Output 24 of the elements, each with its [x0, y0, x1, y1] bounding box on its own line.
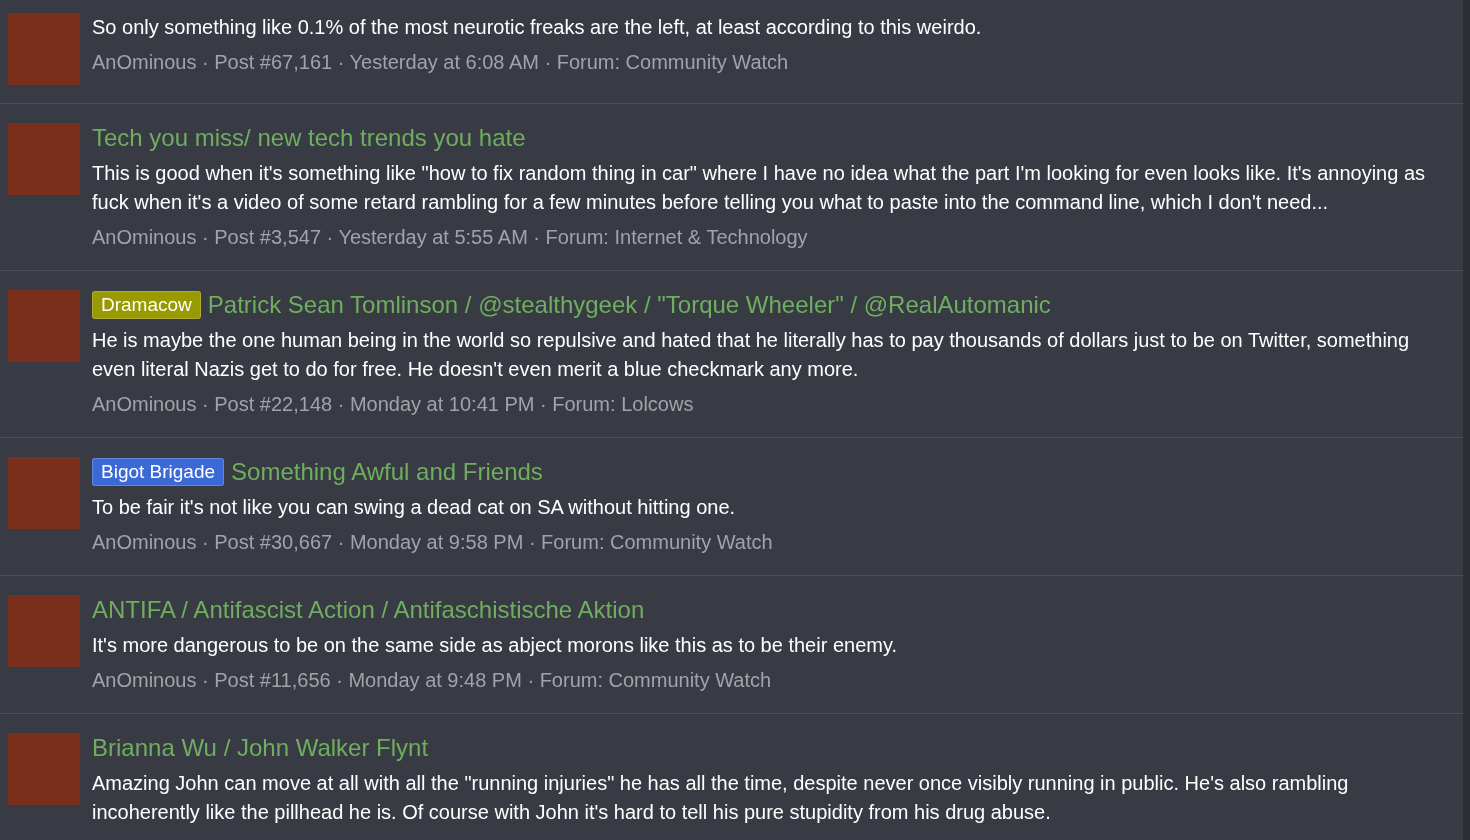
- avatar-photo-placeholder[interactable]: [8, 290, 80, 362]
- prefix-label[interactable]: Bigot Brigade: [92, 458, 225, 486]
- thread-title-link[interactable]: Patrick Sean Tomlinson / @stealthygeek / "Torque Wheeler" / @RealAutomanic: [207, 290, 1051, 320]
- avatar-photo-placeholder[interactable]: [8, 457, 80, 529]
- post-meta: AnOminous · Post #22,148 · Monday at 10:41 PM · Forum: Lolcows: [92, 392, 695, 417]
- avatar-photo-placeholder[interactable]: [8, 13, 80, 85]
- post-snippet: This is good when it's something like "how to fix random thing in car" where I have no idea what the part I'm looking for even looks like. It's annoying as fuck when it's a video of some retard rambling for a few minutes before telling you what to paste into the command line, which I don't need...: [92, 161, 1427, 215]
- post-snippet: It's more dangerous to be on the same side as abject morons like this as to be their enemy.: [92, 633, 898, 658]
- thread-title-link[interactable]: Something Awful and Friends: [231, 457, 543, 487]
- avatar-photo-placeholder[interactable]: [8, 123, 80, 195]
- avatar-photo-placeholder[interactable]: [8, 733, 80, 805]
- post-snippet: Amazing John can move at all with all the "running injuries" he has all the time, despite never once visibly running in public. He's also rambling incoherently like the pillhead he is. Of course with John it's hard to tell his pure stupidity from his drug abuse.: [92, 771, 1350, 825]
- post-snippet: He is maybe the one human being in the world so repulsive and hated that he literally has to pay thousands of dollars just to be on Twitter, something even literal Nazis get to do for free. He doesn't even merit a blue checkmark any more.: [92, 328, 1411, 382]
- post-meta: AnOminous · Post #11,656 · Monday at 9:48 PM · Forum: Community Watch: [92, 668, 773, 693]
- post-meta: AnOminous · Post #3,547 · Yesterday at 5:55 AM · Forum: Internet & Technology: [92, 225, 809, 250]
- thread-title-link[interactable]: ANTIFA / Antifascist Action / Antifaschistische Aktion: [92, 595, 645, 625]
- thread-title-link[interactable]: Tech you miss/ new tech trends you hate: [92, 123, 526, 153]
- prefix-label[interactable]: Dramacow: [92, 291, 201, 319]
- post-snippet: To be fair it's not like you can swing a dead cat on SA without hitting one.: [92, 495, 737, 520]
- thread-title-link[interactable]: Brianna Wu / John Walker Flynt: [92, 733, 429, 763]
- post-snippet: So only something like 0.1% of the most neurotic freaks are the left, at least according to this weirdo.: [92, 15, 983, 40]
- avatar-photo-placeholder[interactable]: [8, 595, 80, 667]
- post-meta: AnOminous · Post #30,667 · Monday at 9:58 PM · Forum: Community Watch: [92, 530, 774, 555]
- post-meta: AnOminous · Post #67,161 · Yesterday at 6:08 AM · Forum: Community Watch: [92, 50, 790, 75]
